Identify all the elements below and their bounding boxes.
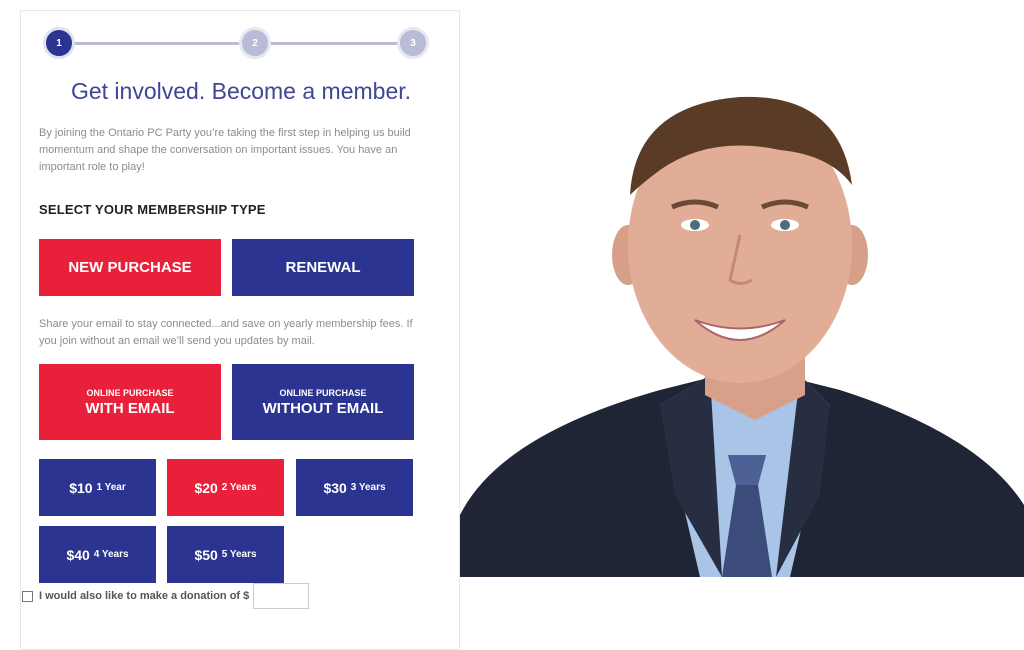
with-email-top-label: ONLINE PURCHASE (86, 387, 174, 398)
stepper-line (271, 42, 401, 45)
progress-stepper: 1 2 3 (43, 27, 429, 59)
option-price: $10 (69, 479, 93, 496)
renewal-button[interactable]: RENEWAL (232, 239, 414, 296)
donation-label: I would also like to make a donation of … (39, 590, 250, 602)
stepper-line (73, 42, 241, 45)
without-email-top-label: ONLINE PURCHASE (279, 387, 367, 398)
candidate-portrait (460, 96, 1024, 577)
option-price: $50 (194, 546, 218, 563)
step-2[interactable]: 2 (239, 27, 271, 59)
option-price: $40 (66, 546, 90, 563)
with-email-main-label: WITH EMAIL (85, 399, 175, 417)
donation-row: I would also like to make a donation of … (22, 583, 310, 609)
option-term: 3 Years (350, 482, 386, 493)
without-email-button[interactable]: ONLINE PURCHASE WITHOUT EMAIL (232, 364, 414, 440)
option-1-year[interactable]: $10 1 Year (39, 459, 156, 516)
option-3-years[interactable]: $30 3 Years (296, 459, 413, 516)
option-price: $30 (323, 479, 347, 496)
new-purchase-button[interactable]: NEW PURCHASE (39, 239, 221, 296)
option-term: 5 Years (221, 549, 257, 560)
donation-checkbox[interactable] (22, 590, 33, 602)
without-email-main-label: WITHOUT EMAIL (262, 399, 384, 417)
with-email-button[interactable]: ONLINE PURCHASE WITH EMAIL (39, 364, 221, 440)
membership-form-card: 1 2 3 Get involved. Become a member. By … (20, 10, 460, 650)
option-term: 2 Years (221, 482, 257, 493)
email-note-text: Share your email to stay connected...and… (39, 318, 413, 347)
step-1[interactable]: 1 (43, 27, 75, 59)
option-price: $20 (194, 479, 218, 496)
membership-type-heading: SELECT YOUR MEMBERSHIP TYPE (39, 202, 266, 217)
option-2-years[interactable]: $20 2 Years (167, 459, 284, 516)
donation-amount-input[interactable] (253, 583, 310, 609)
option-5-years[interactable]: $50 5 Years (167, 526, 284, 583)
option-term: 4 Years (93, 549, 129, 560)
option-4-years[interactable]: $40 4 Years (39, 526, 156, 583)
page-title: Get involved. Become a member. (70, 78, 412, 104)
step-3[interactable]: 3 (397, 27, 429, 59)
option-term: 1 Year (96, 482, 126, 493)
intro-text: By joining the Ontario PC Party you’re t… (39, 127, 411, 173)
